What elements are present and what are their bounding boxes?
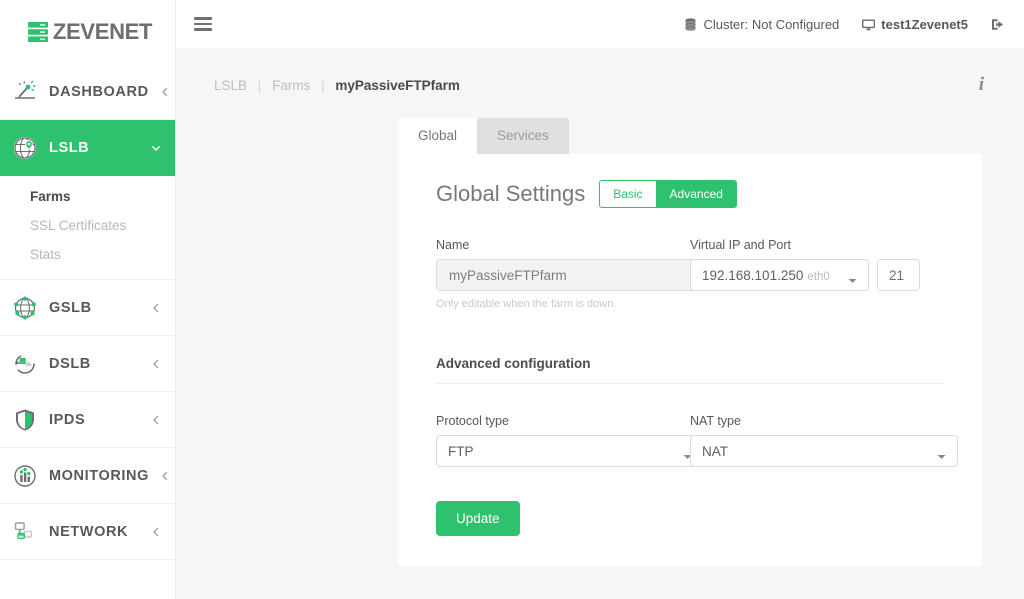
nat-type-group: NAT type NAT <box>690 414 958 467</box>
tab-bar: Global Services <box>176 96 1024 154</box>
chevron-down-icon <box>937 448 946 459</box>
page-title: Global Settings <box>436 181 586 206</box>
sidebar-item-label: GSLB <box>49 299 92 316</box>
virtual-ip-port-group: 192.168.101.250 eth0 21 <box>690 259 920 291</box>
server-stack-icon <box>27 20 49 44</box>
mode-toggle-group: Basic Advanced <box>599 180 737 208</box>
network-nodes-icon <box>12 519 38 545</box>
advanced-fields-row: Protocol type FTP NAT type NAT <box>424 414 958 467</box>
breadcrumb: LSLB | Farms | myPassiveFTPfarm <box>214 78 460 93</box>
name-field-group: Name myPassiveFTPfarm Only editable when… <box>436 238 704 310</box>
sidebar-item-dashboard[interactable]: DASHBOARD <box>0 64 175 120</box>
advanced-configuration-title: Advanced configuration <box>436 356 591 371</box>
sidebar-item-network[interactable]: NETWORK <box>0 504 175 560</box>
hamburger-bar <box>194 17 212 20</box>
breadcrumb-separator: | <box>257 77 262 93</box>
protocol-type-group: Protocol type FTP <box>436 414 704 467</box>
nat-type-label: NAT type <box>690 414 741 428</box>
virtual-ip-address: 192.168.101.250 <box>702 267 804 283</box>
cluster-status[interactable]: Cluster: Not Configured <box>683 17 839 32</box>
sidebar-item-label: MONITORING <box>49 467 149 484</box>
breadcrumb-item-lslb[interactable]: LSLB <box>214 78 247 93</box>
sidebar-item-label: IPDS <box>49 411 86 428</box>
nat-type-value: NAT <box>702 443 728 459</box>
virtual-ip-label: Virtual IP and Port <box>690 238 791 252</box>
datalink-cycle-icon <box>12 351 38 377</box>
name-input[interactable]: myPassiveFTPfarm <box>436 259 704 291</box>
tab-services[interactable]: Services <box>477 118 569 154</box>
sidebar-item-lslb[interactable]: LSLB <box>0 120 175 176</box>
sidebar-item-monitoring[interactable]: MONITORING <box>0 448 175 504</box>
cluster-status-label: Cluster: Not Configured <box>703 16 840 32</box>
chevron-left-icon <box>151 527 161 537</box>
breadcrumb-item-current: myPassiveFTPfarm <box>335 77 460 93</box>
virtual-ip-interface: eth0 <box>807 270 830 283</box>
breadcrumb-bar: LSLB | Farms | myPassiveFTPfarm i <box>176 48 1024 96</box>
sidebar-item-farms[interactable]: Farms <box>0 182 175 211</box>
sidebar-item-ssl-certificates[interactable]: SSL Certificates <box>0 211 175 240</box>
user-name-label: test1Zevenet5 <box>881 16 968 32</box>
topbar: Cluster: Not Configured test1Zevenet5 <box>176 0 1024 48</box>
brand-logo[interactable]: ZEVENET <box>0 0 175 64</box>
port-input[interactable]: 21 <box>876 259 920 291</box>
name-field-label: Name <box>436 238 470 252</box>
virtual-ip-select[interactable]: 192.168.101.250 eth0 <box>690 259 869 291</box>
tab-global[interactable]: Global <box>398 118 478 154</box>
sidebar-item-gslb[interactable]: GSLB <box>0 280 175 336</box>
chevron-left-icon <box>160 471 170 481</box>
card-header: Global Settings Basic Advanced <box>424 180 956 208</box>
sidebar-item-dslb[interactable]: DSLB <box>0 336 175 392</box>
logout-button[interactable] <box>990 17 1010 32</box>
hamburger-bar <box>194 28 212 31</box>
nat-type-select[interactable]: NAT <box>690 435 958 467</box>
mode-basic-button[interactable]: Basic <box>599 180 656 208</box>
chevron-left-icon <box>151 415 161 425</box>
sidebar-item-label: DSLB <box>49 355 91 372</box>
virtual-ip-field-group: Virtual IP and Port 192.168.101.250 eth0 … <box>690 238 944 310</box>
shield-icon <box>12 407 38 433</box>
content-area: LSLB | Farms | myPassiveFTPfarm i Global… <box>176 48 1024 599</box>
info-icon[interactable]: i <box>973 74 990 96</box>
sidebar-subnav-lslb: Farms SSL Certificates Stats <box>0 176 175 280</box>
database-stack-icon <box>683 17 698 32</box>
hamburger-bar <box>194 22 212 26</box>
dashboard-gauge-icon <box>12 79 38 105</box>
chevron-left-icon <box>151 303 161 313</box>
protocol-type-label: Protocol type <box>436 414 509 428</box>
name-field-helper: Only editable when the farm is down. <box>436 298 617 310</box>
brand-name: ZEVENET <box>52 19 153 44</box>
app-root: ZEVENET DASHBOARD LSLB Farms SSL Certifi… <box>0 0 1024 599</box>
sidebar-item-label: LSLB <box>49 140 90 156</box>
chevron-left-icon <box>160 87 170 97</box>
sidebar-item-stats[interactable]: Stats <box>0 240 175 269</box>
protocol-type-value: FTP <box>448 443 474 459</box>
basic-fields-row: Name myPassiveFTPfarm Only editable when… <box>424 238 956 310</box>
sidebar-item-ipds[interactable]: IPDS <box>0 392 175 448</box>
update-button[interactable]: Update <box>436 501 520 536</box>
virtual-ip-value: 192.168.101.250 eth0 <box>702 268 848 283</box>
sign-out-icon <box>990 17 1005 32</box>
user-menu[interactable]: test1Zevenet5 <box>861 17 968 32</box>
monitoring-chart-icon <box>12 463 38 489</box>
breadcrumb-separator: | <box>321 77 325 93</box>
protocol-type-select[interactable]: FTP <box>436 435 704 467</box>
chevron-down-icon <box>151 143 161 153</box>
monitor-icon <box>861 17 876 32</box>
section-divider <box>436 383 944 384</box>
breadcrumb-item-farms[interactable]: Farms <box>272 78 310 93</box>
chevron-down-icon <box>848 272 857 283</box>
main-area: Cluster: Not Configured test1Zevenet5 LS… <box>176 0 1024 599</box>
mode-advanced-button[interactable]: Advanced <box>655 180 737 208</box>
globe-pin-icon <box>12 135 38 161</box>
hamburger-icon[interactable] <box>194 14 212 34</box>
sidebar: ZEVENET DASHBOARD LSLB Farms SSL Certifi… <box>0 0 176 599</box>
global-settings-card: Global Settings Basic Advanced Name myPa… <box>398 154 982 566</box>
globe-nodes-icon <box>12 295 38 321</box>
sidebar-nav: DASHBOARD LSLB Farms SSL Certificates St… <box>0 64 175 560</box>
chevron-left-icon <box>151 359 161 369</box>
sidebar-item-label: NETWORK <box>49 523 129 540</box>
sidebar-item-label: DASHBOARD <box>49 83 149 100</box>
